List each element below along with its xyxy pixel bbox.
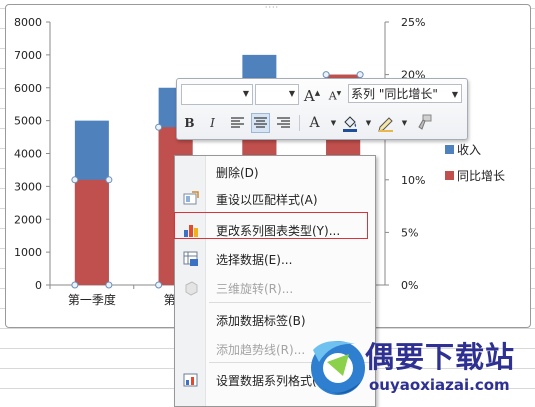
watermark-title: 偶要下载站	[365, 340, 516, 374]
menu-item-3d-rotation: 三维旋转(R)...	[175, 275, 375, 300]
font-color-icon: A	[309, 115, 320, 131]
fill-color-button[interactable]	[340, 113, 359, 133]
toolbar-separator	[299, 115, 300, 131]
mini-toolbar: ▼ ▼ A▲ A▼ 系列 "同比增长" ▼ B I A ▼ ▼ ▼	[176, 78, 468, 140]
selection-handle	[71, 176, 79, 184]
align-center-icon	[254, 117, 267, 128]
watermark-logo-icon	[311, 341, 365, 395]
italic-icon: I	[210, 116, 215, 130]
chart-element-value: 系列 "同比增长"	[351, 87, 438, 101]
highlight-annotation-box	[174, 212, 368, 239]
left-axis-tick-label: 5000	[14, 115, 42, 128]
selection-handle	[155, 281, 163, 289]
legend-label-revenue: 收入	[457, 143, 482, 157]
left-axis-tick-label: 0	[35, 279, 42, 292]
menu-separator	[209, 302, 371, 303]
menu-item-label: 三维旋转(R)...	[216, 282, 294, 296]
selection-handle	[71, 281, 79, 289]
mini-toolbar-row-2: B I A ▼ ▼ ▼	[177, 112, 467, 134]
format-painter-icon	[418, 114, 432, 130]
pencil-icon	[378, 117, 393, 132]
menu-item-label: 重设以匹配样式(A)	[216, 193, 318, 207]
paint-bucket-icon	[343, 116, 357, 132]
align-center-button[interactable]	[251, 113, 270, 133]
bar-growth	[74, 179, 109, 285]
right-axis-tick-label: 25%	[401, 16, 425, 29]
right-axis-tick-label: 10%	[401, 174, 425, 187]
3d-rotate-icon	[185, 281, 198, 296]
menu-item-label: 添加趋势线(R)...	[216, 343, 306, 357]
chevron-down-icon: ▼	[330, 119, 337, 127]
align-left-button[interactable]	[228, 113, 247, 133]
selection-handle	[322, 71, 330, 79]
align-right-button[interactable]	[274, 113, 293, 133]
menu-item-add-data-labels[interactable]: 添加数据标签(B)	[175, 307, 375, 332]
left-axis-tick-label: 7000	[14, 49, 42, 62]
site-watermark: 偶要下载站 ouyaoxiazai.com	[305, 330, 535, 405]
reset-style-icon	[183, 191, 199, 205]
selection-handle	[356, 71, 364, 79]
menu-item-label: 选择数据(E)...	[216, 253, 293, 267]
right-axis-tick-label: 5%	[401, 226, 418, 239]
chevron-down-icon: ▼	[451, 90, 458, 99]
selection-handle	[105, 281, 113, 289]
chevron-down-icon: ▼	[365, 119, 372, 127]
legend-swatch-revenue	[445, 145, 454, 154]
outline-color-dropdown[interactable]: ▼	[395, 113, 414, 133]
menu-item-delete[interactable]: 删除(D)	[175, 159, 375, 184]
grow-font-icon: A	[303, 87, 315, 105]
align-right-icon	[277, 117, 290, 128]
outline-color-button[interactable]	[376, 113, 395, 133]
italic-button[interactable]: I	[203, 113, 222, 133]
format-painter-button[interactable]	[414, 113, 433, 133]
select-data-icon	[183, 251, 198, 266]
chevron-down-icon: ▼	[288, 89, 295, 98]
format-series-icon	[183, 373, 198, 387]
font-size-select[interactable]: ▼	[255, 84, 299, 105]
left-axis-tick-label: 1000	[14, 246, 42, 259]
bold-button[interactable]: B	[180, 113, 199, 133]
chart-element-select[interactable]: 系列 "同比增长" ▼	[348, 84, 462, 103]
legend-swatch-growth	[445, 171, 454, 180]
chevron-down-icon: ▼	[242, 89, 249, 98]
bold-icon: B	[184, 116, 195, 130]
align-left-icon	[231, 117, 244, 128]
grow-font-button[interactable]: A▲	[303, 84, 321, 105]
menu-item-label: 删除(D)	[216, 166, 259, 180]
selection-handle	[155, 123, 163, 131]
shrink-font-icon: A	[328, 89, 337, 103]
x-axis-category-label: 第一季度	[68, 292, 116, 307]
selection-handle	[105, 176, 113, 184]
left-axis-tick-label: 6000	[14, 82, 42, 95]
left-axis-tick-label: 4000	[14, 148, 42, 161]
left-axis-tick-label: 8000	[14, 16, 42, 29]
chevron-down-icon: ▼	[401, 119, 408, 127]
right-axis-tick-label: 0%	[401, 279, 418, 292]
font-name-select[interactable]: ▼	[181, 84, 253, 105]
shrink-font-button[interactable]: A▼	[326, 84, 344, 103]
menu-item-select-data[interactable]: 选择数据(E)...	[175, 246, 375, 271]
legend-label-growth: 同比增长	[457, 169, 506, 183]
menu-item-reset-style[interactable]: 重设以匹配样式(A)	[175, 186, 375, 211]
left-axis-tick-label: 2000	[14, 213, 42, 226]
menu-item-label: 添加数据标签(B)	[216, 314, 306, 328]
font-color-button[interactable]: A	[305, 113, 324, 133]
watermark-url: ouyaoxiazai.com	[369, 376, 510, 394]
left-axis-tick-label: 3000	[14, 180, 42, 193]
